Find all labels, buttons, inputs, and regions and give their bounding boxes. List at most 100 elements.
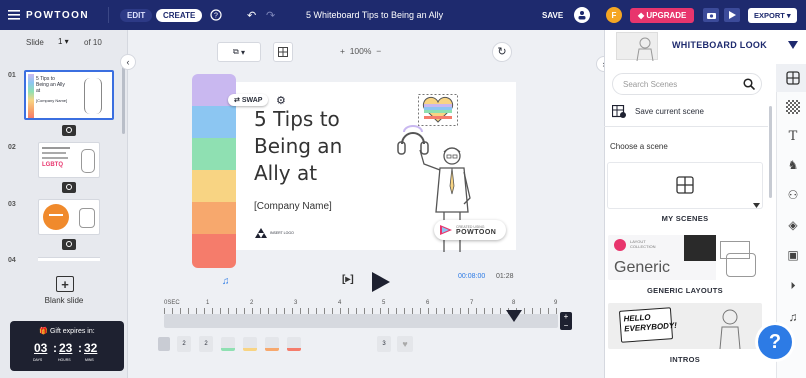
- choose-scene-label: Choose a scene: [610, 142, 668, 151]
- company-name[interactable]: [Company Name]: [254, 201, 332, 212]
- intros-card[interactable]: HELLO EVERYBODY!: [608, 303, 762, 349]
- collapse-left-icon[interactable]: ‹: [120, 54, 136, 70]
- slide-thumb-1[interactable]: 5 Tips to Being an Ally at [Company Name…: [24, 70, 114, 120]
- text-tool-icon[interactable]: T: [786, 130, 800, 144]
- my-scenes-card[interactable]: [608, 163, 762, 208]
- background-tool-icon[interactable]: [786, 100, 800, 114]
- avatar[interactable]: F: [606, 7, 622, 23]
- brand-logo[interactable]: POWTOON: [26, 0, 89, 30]
- timeline[interactable]: 0SEC 1 2 3 4 5 6 7 8 9 + −: [158, 294, 578, 334]
- slide-thumb-3[interactable]: [38, 199, 100, 235]
- slide-number: 01: [8, 72, 16, 79]
- slide-thumb-2[interactable]: LGBTQ: [38, 142, 100, 178]
- powtoon-badge[interactable]: CREATED USING POWTOON: [434, 220, 506, 240]
- look-dropdown-icon[interactable]: [788, 41, 798, 49]
- look-thumbnail[interactable]: [616, 32, 658, 62]
- zoom-out-icon: −: [376, 46, 382, 56]
- thumb-lgbtq: LGBTQ: [42, 162, 63, 168]
- frame-play-icon[interactable]: [▸]: [342, 274, 354, 285]
- time-total: 01:28: [496, 273, 514, 280]
- share-users-icon[interactable]: [574, 7, 590, 23]
- powtoon-logo-icon: [440, 225, 452, 235]
- timeline-heart-icon[interactable]: ♥: [397, 336, 413, 352]
- timeline-object[interactable]: 2: [199, 336, 213, 352]
- top-bar: POWTOON EDIT CREATE ? ↶ ↷ 5 Whiteboard T…: [0, 0, 806, 30]
- slide-thumb-4[interactable]: [38, 257, 100, 261]
- timeline-ticks: [164, 308, 558, 314]
- export-button[interactable]: EXPORT ▾: [748, 7, 797, 23]
- menu-icon[interactable]: [8, 0, 20, 30]
- blank-slide-label[interactable]: Blank slide: [0, 296, 128, 305]
- add-slide-icon[interactable]: +: [56, 276, 74, 292]
- playhead-marker[interactable]: [506, 310, 522, 322]
- save-button[interactable]: SAVE: [542, 0, 563, 30]
- timer-hours: 23: [59, 341, 73, 355]
- slide-camera-icon[interactable]: [62, 125, 76, 136]
- create-tab[interactable]: CREATE: [156, 8, 203, 22]
- generic-layouts-card[interactable]: LAYOUT COLLECTION Generic: [608, 235, 762, 280]
- slide-title[interactable]: 5 Tips to Being an Ally at: [254, 106, 342, 187]
- timeline-object[interactable]: [158, 337, 170, 351]
- generic-layouts-label: GENERIC LAYOUTS: [647, 286, 723, 295]
- timeline-object[interactable]: [265, 337, 279, 351]
- divider: [108, 7, 109, 23]
- scenes-tool-icon[interactable]: [786, 71, 800, 85]
- search-icon[interactable]: [743, 78, 755, 90]
- grid-icon[interactable]: [273, 42, 293, 62]
- gift-timer[interactable]: 🎁 Gift expires in: 03 : 23 : 32 DAYS HOU…: [10, 321, 124, 371]
- slide-number: 04: [8, 257, 16, 264]
- save-scene-button[interactable]: Save current scene: [612, 105, 704, 118]
- aspect-ratio-dropdown[interactable]: ⧉ ▾: [217, 42, 261, 62]
- timeline-zoom[interactable]: + −: [560, 312, 572, 330]
- slide-label: Slide: [26, 38, 44, 47]
- shapes-tool-icon[interactable]: ◈: [786, 218, 800, 232]
- insert-logo[interactable]: INSERT LOGO: [255, 228, 294, 238]
- zoom-control[interactable]: + 100% −: [340, 46, 381, 56]
- camera-icon[interactable]: [703, 8, 719, 22]
- svg-text:?: ?: [214, 13, 218, 20]
- thumb-sub: [Company Name]: [36, 98, 68, 103]
- play-icon[interactable]: [372, 272, 390, 292]
- timeline-object[interactable]: 2: [177, 336, 191, 352]
- timer-mins: 32: [84, 341, 98, 355]
- scenes-scrollbar[interactable]: [769, 106, 772, 198]
- upgrade-button[interactable]: ◆ UPGRADE: [630, 7, 695, 23]
- timeline-track[interactable]: [164, 314, 558, 328]
- scrollbar[interactable]: [122, 66, 125, 134]
- slide-camera-icon[interactable]: [62, 182, 76, 193]
- undo-icon[interactable]: ↶: [247, 0, 256, 30]
- slide-canvas[interactable]: ⇄ SWAP ⚙ 5 Tips to Being an Ally at [Com…: [192, 74, 516, 268]
- gift-icon: 🎁: [39, 328, 50, 335]
- help-button[interactable]: ?: [758, 325, 792, 359]
- help-circle-icon[interactable]: ?: [210, 0, 222, 30]
- swap-icon: ⇄: [234, 97, 242, 104]
- play-preview-icon[interactable]: [724, 8, 740, 22]
- timeline-object[interactable]: 3: [377, 336, 391, 352]
- props-tool-icon[interactable]: ⚇: [786, 188, 800, 202]
- look-title[interactable]: WHITEBOARD LOOK: [672, 40, 767, 50]
- swap-button[interactable]: ⇄ SWAP: [228, 94, 269, 106]
- presentation-title[interactable]: 5 Whiteboard Tips to Being an Ally: [306, 0, 443, 30]
- edit-tab[interactable]: EDIT: [120, 8, 153, 22]
- characters-tool-icon[interactable]: ♞: [786, 158, 800, 172]
- video-tool-icon[interactable]: ⏵: [786, 280, 800, 294]
- timeline-object[interactable]: [287, 337, 301, 351]
- timeline-object[interactable]: [243, 337, 257, 351]
- slide-camera-icon[interactable]: [62, 239, 76, 250]
- hello-speech-bubble: HELLO EVERYBODY!: [618, 307, 677, 343]
- slide-number: 02: [8, 144, 16, 151]
- refresh-icon[interactable]: ↻: [492, 42, 512, 62]
- timeline-object[interactable]: [221, 337, 235, 351]
- slide-number: 03: [8, 201, 16, 208]
- thumb-rainbow: [28, 74, 34, 118]
- media-tool-icon[interactable]: ▣: [786, 248, 800, 262]
- timer-days: 03: [34, 341, 48, 355]
- slide-select[interactable]: 1 ▾: [58, 37, 69, 46]
- redo-icon[interactable]: ↷: [266, 0, 275, 30]
- music-tool-icon[interactable]: ♫: [786, 310, 800, 324]
- save-scene-icon: [612, 105, 626, 118]
- music-note-icon[interactable]: ♫: [222, 276, 230, 287]
- aspect-ratio-icon: ⧉: [233, 47, 239, 56]
- layout-badge-icon: [614, 239, 626, 251]
- search-input[interactable]: Search Scenes: [612, 73, 762, 95]
